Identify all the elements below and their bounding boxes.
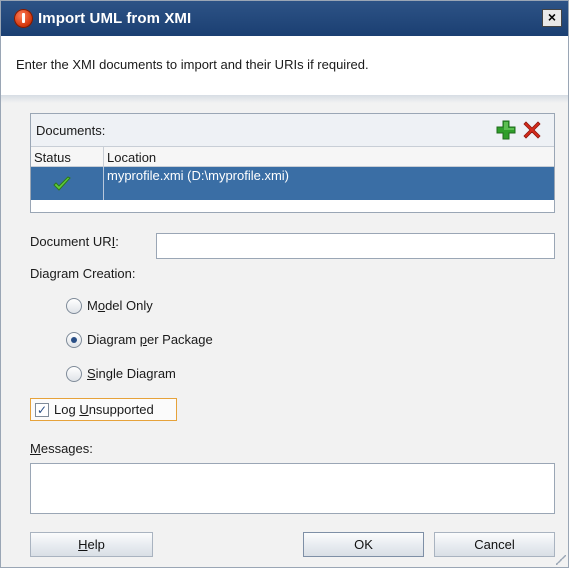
- import-uml-dialog: Import UML from XMI × Enter the XMI docu…: [0, 0, 569, 568]
- radio-label-single-diagram: Single Diagram: [87, 366, 176, 381]
- row-divider: [103, 167, 104, 200]
- instruction-banner: Enter the XMI documents to import and th…: [1, 36, 568, 96]
- document-uri-input[interactable]: [156, 233, 555, 259]
- row-location-text: myprofile.xmi (D:\myprofile.xmi): [107, 168, 290, 183]
- column-header-status[interactable]: Status: [34, 150, 71, 165]
- column-header-location[interactable]: Location: [107, 150, 156, 165]
- radio-circle[interactable]: [66, 366, 82, 382]
- checkmark-icon[interactable]: ✓: [35, 403, 49, 417]
- radio-circle[interactable]: [66, 298, 82, 314]
- messages-label: Messages:: [30, 441, 93, 456]
- plus-icon[interactable]: [495, 119, 517, 141]
- radio-label-diagram-per-package: Diagram per Package: [87, 332, 213, 347]
- ok-button[interactable]: OK: [303, 532, 424, 557]
- column-divider: [103, 147, 104, 167]
- check-icon: [53, 176, 71, 191]
- close-button[interactable]: ×: [542, 9, 562, 27]
- table-row[interactable]: myprofile.xmi (D:\myprofile.xmi): [31, 167, 554, 200]
- radio-label-model-only: Model Only: [87, 298, 153, 313]
- instruction-text: Enter the XMI documents to import and th…: [16, 57, 369, 72]
- messages-area[interactable]: [30, 463, 555, 514]
- diagram-creation-label: Diagram Creation:: [30, 266, 136, 281]
- documents-label: Documents:: [36, 123, 106, 138]
- help-button[interactable]: Help: [30, 532, 153, 557]
- documents-header: Documents:: [31, 114, 554, 146]
- title-bar[interactable]: Import UML from XMI ×: [1, 1, 568, 36]
- resize-grip-icon[interactable]: [556, 555, 566, 565]
- cancel-button[interactable]: Cancel: [434, 532, 555, 557]
- radio-circle-selected[interactable]: [66, 332, 82, 348]
- document-uri-label: Document URI:: [30, 234, 119, 249]
- x-icon[interactable]: [521, 119, 543, 141]
- window-title: Import UML from XMI: [38, 10, 192, 27]
- jdeveloper-app-icon: [14, 9, 33, 28]
- banner-shadow: [1, 95, 568, 103]
- documents-table-header: Status Location: [31, 146, 554, 167]
- log-unsupported-checkbox[interactable]: ✓ Log Unsupported: [30, 398, 177, 421]
- documents-panel: Documents: Status Location myprofile.xmi…: [30, 113, 555, 213]
- log-unsupported-label: Log Unsupported: [54, 402, 154, 417]
